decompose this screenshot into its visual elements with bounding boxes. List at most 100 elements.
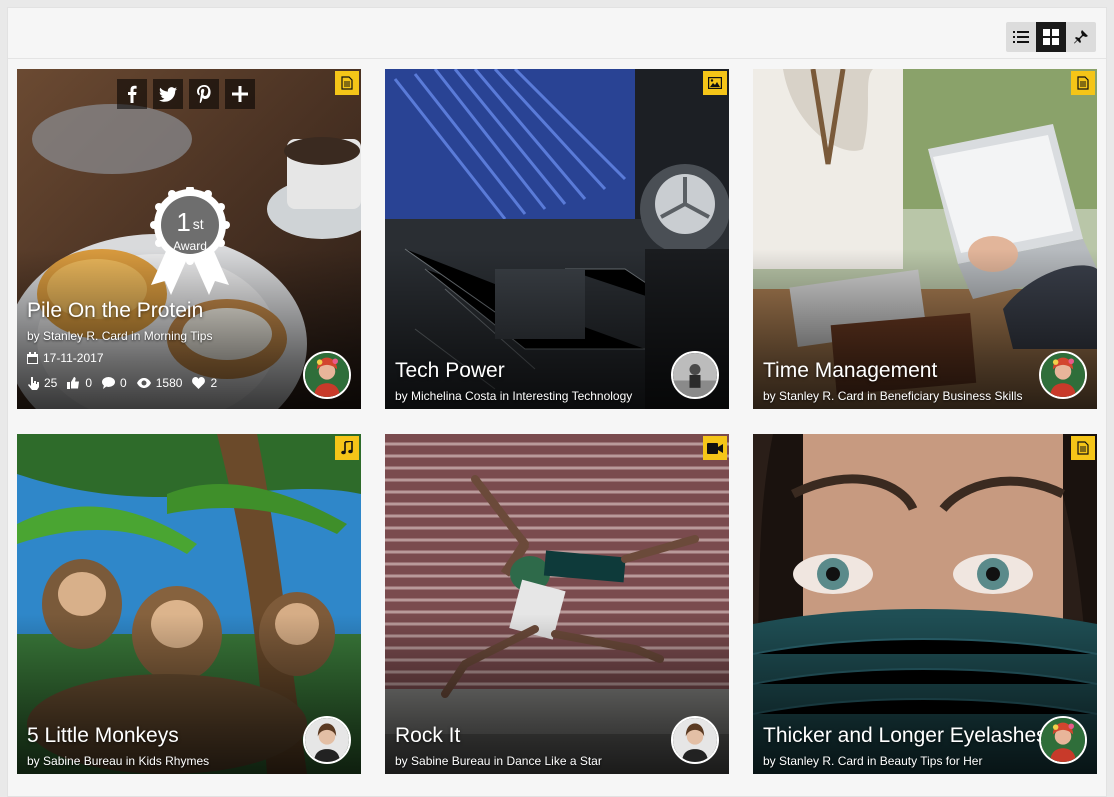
category-link[interactable]: Beneficiary Business Skills (880, 389, 1023, 403)
author-avatar[interactable] (303, 716, 351, 764)
in-word: in (867, 389, 877, 403)
views-stat: 1580 (136, 376, 183, 390)
post-stats: 25 0 0 1580 2 (27, 376, 227, 390)
post-byline: by Stanley R. Card in Beauty Tips for He… (763, 754, 982, 768)
pin-view-icon (1074, 30, 1088, 44)
clicks-count: 25 (44, 376, 58, 390)
post-title[interactable]: Pile On the Protein (27, 299, 203, 323)
category-link[interactable]: Interesting Technology (512, 389, 632, 403)
by-word: by (27, 754, 44, 768)
comment-icon (102, 377, 116, 389)
post-card[interactable]: Tech Power by Michelina Costa in Interes… (385, 69, 729, 409)
pinterest-share-button[interactable] (189, 79, 219, 109)
in-word: in (131, 329, 141, 343)
post-byline: by Michelina Costa in Interesting Techno… (395, 389, 632, 403)
in-word: in (493, 754, 504, 768)
pointer-icon (28, 376, 39, 390)
post-type-badge (703, 436, 727, 460)
image-icon (708, 77, 722, 89)
post-title[interactable]: 5 Little Monkeys (27, 724, 179, 748)
list-view-button[interactable] (1006, 22, 1036, 52)
facebook-share-button[interactable] (117, 79, 147, 109)
by-word: by (395, 389, 412, 403)
twitter-share-button[interactable] (153, 79, 183, 109)
post-card[interactable]: Rock It by Sabine Bureau in Dance Like a… (385, 434, 729, 774)
post-type-badge (335, 436, 359, 460)
category-link[interactable]: Beauty Tips for Her (880, 754, 983, 768)
pin-view-button[interactable] (1066, 22, 1096, 52)
post-byline: by Stanley R. Card in Morning Tips (27, 329, 212, 343)
likes-stat[interactable]: 0 (67, 376, 92, 390)
loves-count: 2 (210, 376, 218, 390)
post-type-badge (335, 71, 359, 95)
award-label: Award (173, 239, 207, 253)
post-type-badge (1071, 71, 1095, 95)
category-link[interactable]: Morning Tips (144, 329, 213, 343)
eye-icon (136, 378, 151, 388)
award-suffix: st (192, 216, 204, 232)
in-word: in (125, 754, 136, 768)
loves-stat[interactable]: 2 (192, 376, 217, 390)
category-link[interactable]: Dance Like a Star (506, 754, 601, 768)
likes-count: 0 (85, 376, 93, 390)
pinterest-icon (197, 85, 211, 103)
author-link[interactable]: Sabine Bureau (43, 754, 122, 768)
post-card[interactable]: 1st Award Pile On the Protein by Stanley… (17, 69, 361, 409)
clicks-stat: 25 (27, 376, 57, 390)
twitter-icon (159, 86, 177, 102)
grid-view-button[interactable] (1036, 22, 1066, 52)
post-title[interactable]: Thicker and Longer Eyelashes (763, 724, 1047, 748)
post-type-badge (1071, 436, 1095, 460)
facebook-icon (128, 85, 137, 103)
calendar-icon (27, 352, 38, 364)
heart-icon (192, 377, 206, 389)
author-link[interactable]: Stanley R. Card (779, 754, 864, 768)
post-title[interactable]: Tech Power (395, 359, 505, 383)
by-word: by (763, 389, 780, 403)
list-view-icon (1013, 31, 1029, 43)
author-link[interactable]: Stanley R. Card (779, 389, 864, 403)
post-byline: by Sabine Bureau in Dance Like a Star (395, 754, 602, 768)
by-word: by (27, 329, 44, 343)
music-icon (341, 441, 353, 455)
video-icon (707, 442, 723, 454)
post-byline: by Stanley R. Card in Beneficiary Busine… (763, 389, 1022, 403)
article-icon (341, 76, 353, 90)
share-bar (117, 79, 255, 109)
view-switcher (1006, 22, 1096, 52)
author-link[interactable]: Stanley R. Card (43, 329, 128, 343)
author-avatar[interactable] (671, 716, 719, 764)
author-avatar[interactable] (1039, 716, 1087, 764)
plus-icon (232, 86, 248, 102)
post-date: 17-11-2017 (27, 351, 104, 365)
post-card[interactable]: Thicker and Longer Eyelashes by Stanley … (753, 434, 1097, 774)
toolbar-divider (8, 58, 1106, 59)
views-count: 1580 (155, 376, 183, 390)
post-card[interactable]: Time Management by Stanley R. Card in Be… (753, 69, 1097, 409)
article-icon (1077, 441, 1089, 455)
comments-count: 0 (120, 376, 127, 390)
in-word: in (867, 754, 877, 768)
post-title[interactable]: Time Management (763, 359, 937, 383)
post-type-badge (703, 71, 727, 95)
author-link[interactable]: Sabine Bureau (411, 754, 490, 768)
by-word: by (395, 754, 412, 768)
post-card[interactable]: 5 Little Monkeys by Sabine Bureau in Kid… (17, 434, 361, 774)
author-link[interactable]: Michelina Costa (411, 389, 496, 403)
by-word: by (763, 754, 780, 768)
award-ribbon: 1st Award (145, 187, 235, 297)
post-byline: by Sabine Bureau in Kids Rhymes (27, 754, 209, 768)
author-avatar[interactable] (303, 351, 351, 399)
category-link[interactable]: Kids Rhymes (138, 754, 209, 768)
post-date-text: 17-11-2017 (43, 351, 104, 365)
comments-stat[interactable]: 0 (102, 376, 127, 390)
award-number: 1 (176, 207, 191, 237)
grid-view-icon (1043, 29, 1059, 45)
author-avatar[interactable] (1039, 351, 1087, 399)
article-icon (1077, 76, 1089, 90)
post-title[interactable]: Rock It (395, 724, 460, 748)
thumbs-up-icon (67, 377, 80, 389)
in-word: in (499, 389, 510, 403)
more-share-button[interactable] (225, 79, 255, 109)
author-avatar[interactable] (671, 351, 719, 399)
